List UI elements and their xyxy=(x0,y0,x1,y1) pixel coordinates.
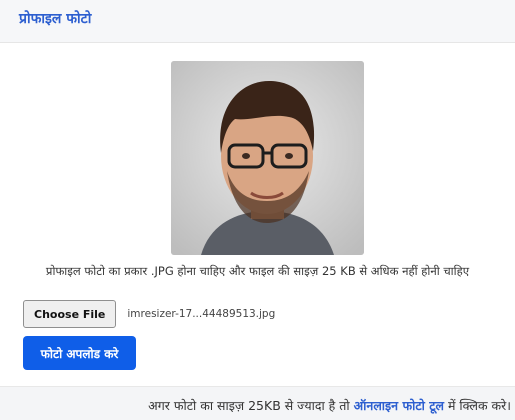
selected-file-name: imresizer-17...44489513.jpg xyxy=(127,308,276,320)
section-header: प्रोफाइल फोटो xyxy=(0,0,515,43)
photo-requirements-text: प्रोफाइल फोटो का प्रकार .JPG होना चाहिए … xyxy=(45,264,470,278)
profile-photo xyxy=(171,61,364,255)
footer-text: अगर फोटो का साइज़ 25KB से ज्यादा है तो ऑ… xyxy=(148,397,511,414)
footer-text-before: अगर फोटो का साइज़ 25KB से ज्यादा है तो xyxy=(148,398,354,413)
choose-file-button[interactable]: Choose File xyxy=(23,300,117,328)
online-photo-tool-link[interactable]: ऑनलाइन फोटो टूल xyxy=(354,398,444,413)
section-title: प्रोफाइल फोटो xyxy=(19,11,92,27)
file-input[interactable]: Choose File imresizer-17...44489513.jpg xyxy=(23,300,275,328)
upload-photo-button[interactable]: फोटो अपलोड करे xyxy=(23,336,136,370)
footer-text-after: में क्लिक करे। xyxy=(444,398,511,413)
footer-note: अगर फोटो का साइज़ 25KB से ज्यादा है तो ऑ… xyxy=(0,386,515,420)
